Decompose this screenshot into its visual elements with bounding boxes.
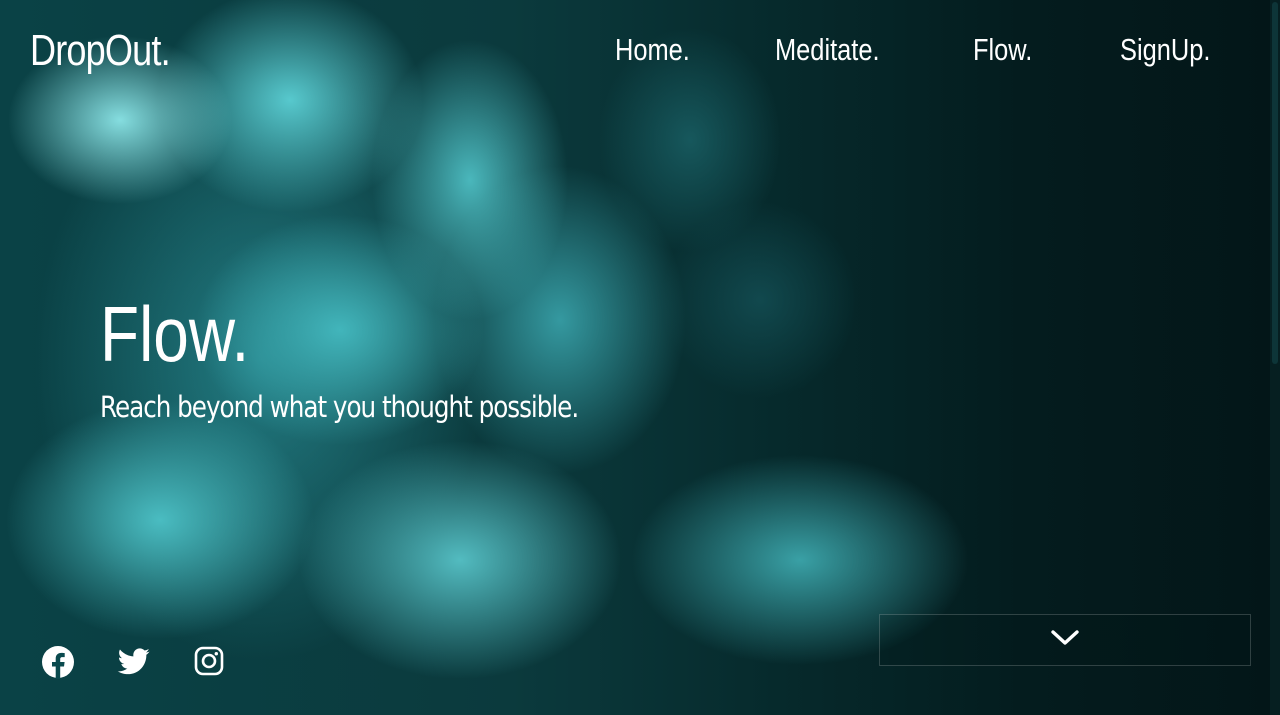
main-nav: Home. Meditate. Flow. SignUp. — [0, 32, 1280, 72]
twitter-icon[interactable] — [117, 645, 151, 679]
chevron-down-icon — [1051, 630, 1079, 645]
scroll-down-button[interactable] — [879, 614, 1251, 666]
facebook-icon[interactable] — [41, 645, 75, 679]
nav-item-meditate[interactable]: Meditate. — [775, 32, 880, 68]
hero-subtitle: Reach beyond what you thought possible. — [100, 390, 579, 424]
scrollbar[interactable] — [1270, 0, 1280, 715]
nav-item-home[interactable]: Home. — [615, 32, 690, 68]
hero-title: Flow. — [100, 290, 250, 378]
scrollbar-thumb[interactable] — [1272, 2, 1278, 364]
instagram-icon[interactable] — [193, 645, 227, 679]
nav-item-flow[interactable]: Flow. — [973, 32, 1032, 68]
hero-section: DropOut. Home. Meditate. Flow. SignUp. F… — [0, 0, 1280, 715]
nav-item-signup[interactable]: SignUp. — [1120, 32, 1210, 68]
